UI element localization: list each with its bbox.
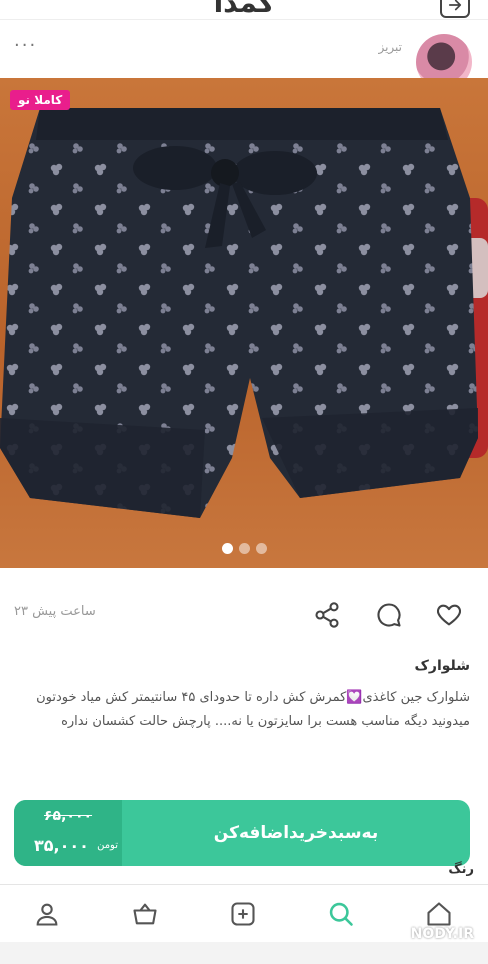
comment-button[interactable] bbox=[372, 598, 406, 632]
share-icon bbox=[315, 602, 339, 628]
nav-add[interactable] bbox=[228, 899, 258, 929]
price-box: ۶۵,۰۰۰ ۳۵,۰۰۰ تومن bbox=[14, 800, 122, 866]
share-button[interactable] bbox=[310, 598, 344, 632]
add-to-cart-button[interactable]: به‌سبدخریداضافه‌کن bbox=[122, 800, 470, 866]
seller-row: ... تبریز bbox=[0, 20, 488, 90]
shorts-illustration bbox=[0, 108, 488, 518]
seller-city: تبریز bbox=[378, 40, 402, 54]
like-button[interactable] bbox=[432, 598, 466, 632]
profile-icon bbox=[36, 903, 58, 926]
post-time: ۲۳ ساعت پیش bbox=[14, 604, 96, 619]
search-icon bbox=[329, 902, 353, 926]
product-description: شلوارک شلوارک جین کاغذی💟کمرش کش داره تا … bbox=[14, 658, 470, 734]
carousel-dot-2[interactable] bbox=[238, 543, 250, 554]
add-icon bbox=[231, 902, 255, 926]
nav-profile[interactable] bbox=[32, 899, 62, 929]
basket-icon bbox=[133, 903, 157, 925]
share-exit-icon bbox=[448, 0, 462, 11]
color-section-label: رنگ bbox=[448, 862, 474, 877]
system-nav-bar bbox=[0, 942, 488, 964]
description-text: شلوارک جین کاغذی💟کمرش کش داره تا حدودای … bbox=[36, 690, 470, 729]
product-title: شلوارک bbox=[414, 658, 470, 674]
product-image[interactable]: کاملا نو bbox=[0, 78, 488, 568]
app-title: کمدا bbox=[213, 0, 275, 19]
heart-icon bbox=[436, 604, 462, 626]
carousel-dot-1[interactable] bbox=[221, 543, 233, 554]
currency-label: تومن bbox=[97, 840, 118, 851]
top-header: کمدا bbox=[0, 0, 488, 20]
condition-badge: کاملا نو bbox=[10, 90, 71, 110]
more-dots-icon[interactable]: ... bbox=[14, 30, 37, 51]
new-price: ۳۵,۰۰۰ bbox=[34, 836, 89, 855]
nav-home[interactable] bbox=[424, 899, 454, 929]
nav-search[interactable] bbox=[326, 899, 356, 929]
carousel-indicator bbox=[0, 543, 488, 554]
home-icon bbox=[427, 902, 451, 926]
old-price: ۶۵,۰۰۰ bbox=[44, 808, 93, 824]
action-row: ۲۳ ساعت پیش bbox=[0, 584, 488, 644]
add-to-cart-bar: ۶۵,۰۰۰ ۳۵,۰۰۰ تومن به‌سبدخریداضافه‌کن bbox=[14, 800, 470, 866]
share-exit-button[interactable] bbox=[440, 0, 470, 18]
carousel-dot-3[interactable] bbox=[255, 543, 267, 554]
nav-basket[interactable] bbox=[130, 899, 160, 929]
watermark: NODY.IR bbox=[410, 926, 474, 942]
comment-icon bbox=[377, 603, 401, 627]
